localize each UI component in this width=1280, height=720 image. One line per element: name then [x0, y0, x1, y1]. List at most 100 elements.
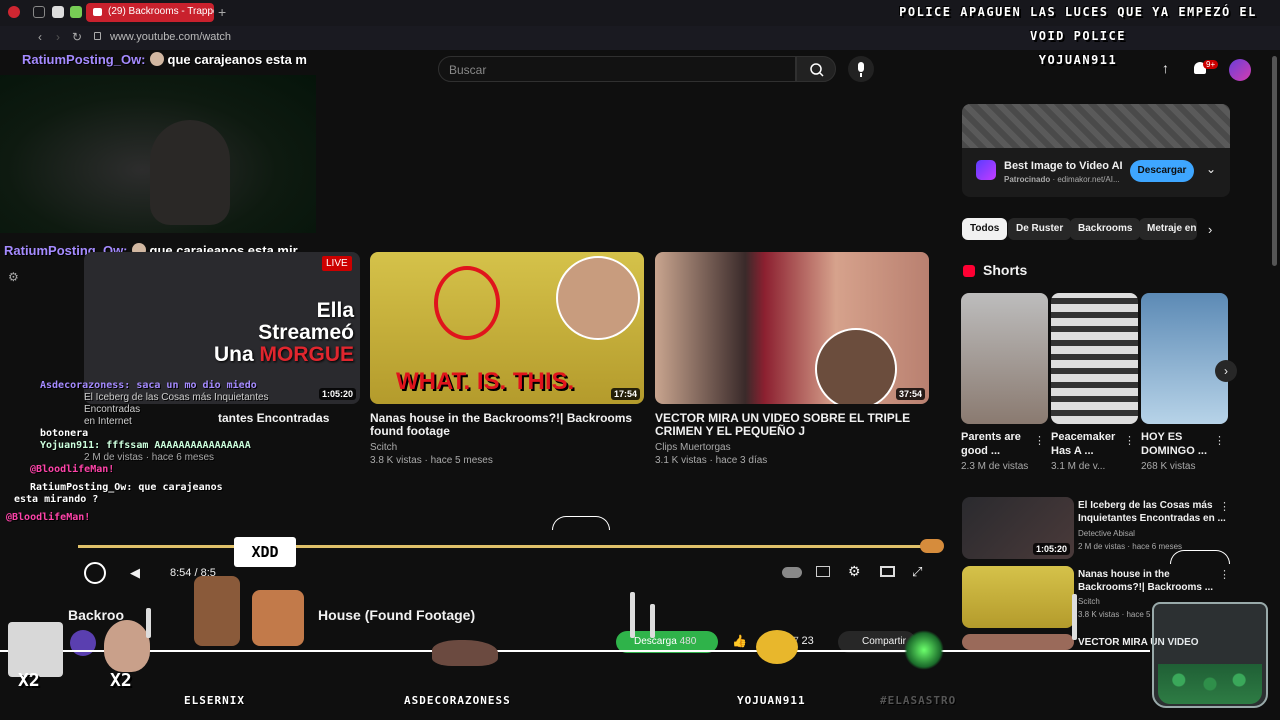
avatar[interactable] — [1229, 59, 1251, 81]
related-thumbnail[interactable]: 1:05:20 — [962, 497, 1074, 559]
face-emote-image — [104, 620, 150, 672]
upload-icon[interactable]: ↑ — [1162, 60, 1169, 76]
stream-alert-banner: POLICE APAGUEN LAS LUCES QUE YA EMPEZÓ E… — [876, 0, 1280, 72]
related-thumbnail[interactable] — [962, 566, 1074, 628]
video-thumbnail[interactable]: WHAT. IS. THIS. 17:54 — [370, 252, 644, 404]
thumbnail-face — [815, 328, 897, 404]
related-channel[interactable]: Scitch — [1078, 597, 1100, 606]
fullscreen-icon[interactable]: ⤢ — [912, 564, 922, 580]
related-title-line: Inquietantes Encontradas en ... — [1078, 513, 1226, 524]
video-title[interactable]: VECTOR MIRA UN VIDEO SOBRE EL TRIPLE CRI… — [655, 412, 931, 438]
cactus-sprite — [1072, 594, 1077, 640]
game-ground-line — [0, 650, 1150, 652]
opera-logo-icon[interactable] — [8, 6, 20, 18]
more-options-icon[interactable]: ⋮ — [1214, 434, 1225, 447]
green-sparkle-sprite — [904, 630, 944, 670]
short-title-line: Peacemaker — [1051, 431, 1116, 443]
cactus-sprite — [630, 592, 635, 638]
tab-title: (29) Backrooms - Trappec — [108, 6, 214, 17]
video-channel[interactable]: Scitch — [370, 441, 397, 454]
pixel-creature-sprite — [756, 630, 798, 664]
progress-bar[interactable] — [78, 545, 936, 548]
sponsored-ad[interactable]: Best Image to Video AI Patrocinado · edi… — [962, 104, 1230, 197]
chat-line: Asdecorazoness: saca un mo dio miedo — [40, 380, 257, 391]
chat-avatar — [149, 52, 164, 66]
ad-title: Best Image to Video AI — [1004, 160, 1123, 172]
notification-count: 9+ — [1203, 60, 1219, 69]
search-input[interactable]: Buscar — [438, 56, 796, 82]
ad-sponsor-line: Patrocinado · edimakor.net/AI... — [1004, 175, 1120, 184]
voice-search-button[interactable] — [848, 56, 874, 82]
short-meta: 3.1 M de v... — [1051, 461, 1106, 472]
volume-icon[interactable]: ◀ — [130, 565, 140, 581]
related-meta: 3.8 K vistas · hace 5 — [1078, 610, 1151, 619]
settings-icon[interactable]: ⚙ — [848, 563, 861, 580]
video-title[interactable]: Nanas house in the Backrooms?!| Backroom… — [370, 412, 640, 438]
multiplier-label: X2 — [18, 670, 40, 691]
ad-download-button[interactable]: Descargar — [1130, 160, 1194, 182]
multiplier-label: X2 — [110, 670, 132, 691]
url-field[interactable]: www.youtube.com/watch — [110, 31, 231, 43]
replay-icon[interactable] — [84, 562, 106, 584]
subtitles-icon[interactable] — [816, 566, 830, 577]
channel-avatar[interactable] — [70, 630, 96, 656]
short-title: Peacemaker Has A ... — [1051, 430, 1115, 458]
puzzle-icon[interactable] — [70, 6, 82, 18]
progress-handle-icon[interactable] — [920, 539, 944, 553]
new-tab-icon[interactable]: + — [218, 4, 226, 20]
ad-banner-image — [962, 104, 1230, 148]
stream-chat-top: RatiumPosting_Ow: que carajeanos esta m — [22, 52, 307, 67]
browser-tab-active[interactable]: (29) Backrooms - Trappec — [86, 3, 214, 22]
short-thumbnail[interactable] — [1141, 293, 1228, 424]
more-options-icon[interactable]: ⋮ — [1219, 500, 1230, 513]
chip-all[interactable]: Todos — [962, 218, 1008, 240]
dislike-count: 23 — [801, 635, 814, 647]
extension-icon[interactable] — [52, 6, 64, 18]
chat-username: RatiumPosting_Ow: — [22, 52, 146, 67]
thumb-text-highlight: MORGUE — [259, 343, 355, 366]
related-channel[interactable]: Detective Abisal — [1078, 529, 1135, 538]
gear-icon[interactable]: ⚙ — [8, 270, 19, 284]
reload-icon[interactable]: ↻ — [72, 30, 82, 44]
chip-metraje[interactable]: Metraje en — [1139, 218, 1197, 240]
chevron-right-icon[interactable]: › — [1208, 222, 1212, 237]
short-thumbnail[interactable] — [1051, 293, 1138, 424]
scrollbar[interactable] — [1272, 56, 1277, 266]
search-button[interactable] — [796, 56, 836, 82]
download-label: Descarga — [634, 636, 677, 647]
streamer-webcam — [0, 75, 316, 233]
viewer-name: ASDECORAZONESS — [404, 694, 511, 707]
related-title-line: Nanas house in the — [1078, 569, 1170, 580]
chat-line: RatiumPosting_Ow: que carajeanos — [30, 482, 223, 493]
like-count: 480 — [679, 636, 697, 647]
like-icon[interactable]: 👍 — [732, 634, 747, 648]
video-thumbnail[interactable]: 37:54 — [655, 252, 929, 404]
theater-mode-icon[interactable] — [880, 566, 895, 577]
short-title-line: HOY ES — [1141, 431, 1183, 443]
more-options-icon[interactable]: ⋮ — [1124, 434, 1135, 447]
related-thumbnail[interactable] — [962, 634, 1074, 650]
search-icon — [810, 63, 824, 77]
shorts-icon — [963, 265, 975, 277]
autoplay-toggle[interactable] — [782, 567, 802, 578]
chip-de-ruster[interactable]: De Ruster — [1008, 218, 1072, 240]
chat-line: 2 M de vistas · hace 6 meses — [84, 452, 215, 463]
chat-line: esta mirando ? — [14, 494, 99, 505]
cactus-sprite — [146, 608, 151, 638]
chat-line: Yojuan911: fffssam AAAAAAAAAAAAAAAA — [40, 440, 251, 451]
chevron-down-icon[interactable]: ⌄ — [1206, 162, 1216, 176]
alert-line: YOJUAN911 — [1038, 53, 1118, 67]
chat-line: en Internet — [84, 416, 132, 427]
workspace-icon[interactable] — [33, 6, 45, 18]
chip-backrooms[interactable]: Backrooms — [1070, 218, 1141, 240]
video-channel[interactable]: Clips Muertorgas — [655, 441, 731, 454]
pixel-creature-sprite — [432, 640, 498, 666]
thumbnail-text: Ella Streameó Una MORGUE — [214, 300, 354, 366]
shorts-next-icon[interactable]: › — [1215, 360, 1237, 382]
forward-icon[interactable]: › — [56, 30, 60, 44]
more-options-icon[interactable]: ⋮ — [1219, 568, 1230, 581]
thumb-text-line: Ella — [316, 299, 354, 322]
more-options-icon[interactable]: ⋮ — [1034, 434, 1045, 447]
back-icon[interactable]: ‹ — [38, 30, 42, 44]
short-thumbnail[interactable] — [961, 293, 1048, 424]
